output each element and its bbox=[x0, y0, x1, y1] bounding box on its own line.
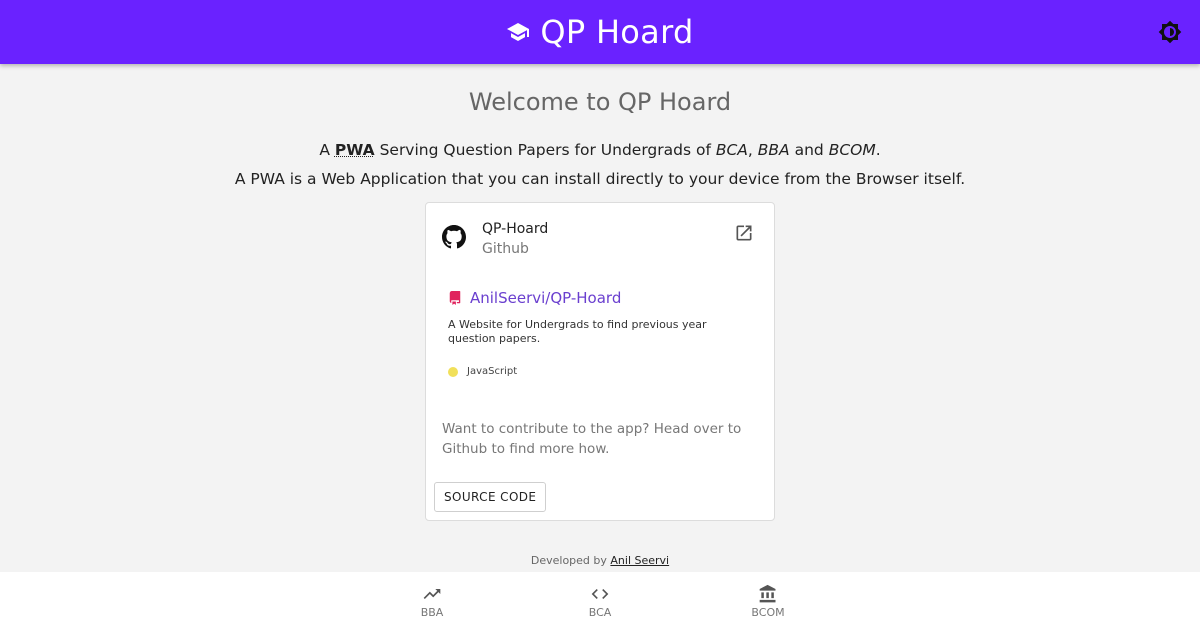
course-bcom: BCOM bbox=[828, 141, 876, 159]
repo-name-link[interactable]: AnilSeervi/QP-Hoard bbox=[470, 289, 621, 307]
bank-icon bbox=[759, 584, 776, 603]
intro-line-2: A PWA is a Web Application that you can … bbox=[234, 170, 966, 188]
repo-language: JavaScript bbox=[448, 366, 758, 377]
credit-prefix: Developed by bbox=[530, 554, 607, 567]
pwa-abbr: PWA bbox=[334, 141, 375, 159]
github-card: QP-Hoard Github AnilSeervi/QP-Hoard A We… bbox=[425, 202, 775, 521]
language-name: JavaScript bbox=[467, 366, 518, 377]
graduation-cap-icon bbox=[507, 23, 530, 41]
welcome-heading: Welcome to QP Hoard bbox=[468, 88, 732, 116]
intro-line-1: A PWA Serving Question Papers for Underg… bbox=[0, 136, 1200, 165]
main-content: Welcome to QP Hoard A PWA Serving Questi… bbox=[0, 64, 1200, 572]
nav-label-bca: BCA bbox=[588, 606, 612, 619]
card-title: QP-Hoard bbox=[482, 221, 549, 237]
brightness-icon bbox=[1158, 20, 1182, 44]
card-subtitle: Github bbox=[482, 241, 529, 257]
intro-prefix: A bbox=[319, 141, 330, 159]
intro-sep: , bbox=[747, 141, 753, 159]
code-icon bbox=[591, 589, 609, 599]
nav-label-bba: BBA bbox=[420, 606, 444, 619]
nav-item-bcom[interactable]: BCOM bbox=[684, 572, 852, 628]
footer-credit: Developed by Anil Seervi bbox=[0, 554, 1200, 567]
contribute-text: Want to contribute to the app? Head over… bbox=[442, 421, 742, 457]
theme-toggle-button[interactable] bbox=[1158, 20, 1182, 44]
course-bba: BBA bbox=[757, 141, 790, 159]
app-title: QP Hoard bbox=[540, 13, 694, 51]
open-in-new-icon[interactable] bbox=[734, 223, 754, 243]
intro-text: A PWA Serving Question Papers for Underg… bbox=[0, 136, 1200, 194]
author-link[interactable]: Anil Seervi bbox=[610, 554, 669, 567]
nav-item-bca[interactable]: BCA bbox=[516, 572, 684, 628]
github-icon bbox=[442, 225, 466, 249]
repo-description: A Website for Undergrads to find previou… bbox=[448, 318, 707, 345]
source-code-button[interactable]: SOURCE CODE bbox=[434, 482, 547, 512]
language-color-dot bbox=[448, 366, 458, 377]
nav-item-bba[interactable]: BBA bbox=[348, 572, 516, 628]
brand[interactable]: QP Hoard bbox=[506, 13, 693, 51]
repo-name-row[interactable]: AnilSeervi/QP-Hoard bbox=[448, 289, 758, 307]
card-header: QP-Hoard Github bbox=[426, 203, 774, 273]
course-bca: BCA bbox=[715, 141, 748, 159]
trending-up-icon bbox=[423, 589, 441, 599]
app-bar: QP Hoard bbox=[0, 0, 1200, 64]
intro-end: . bbox=[875, 141, 881, 159]
intro-middle: Serving Question Papers for Undergrads o… bbox=[379, 141, 711, 159]
bottom-navigation: BBA BCA BCOM bbox=[0, 572, 1200, 628]
repo-icon bbox=[449, 291, 461, 305]
nav-label-bcom: BCOM bbox=[751, 606, 785, 619]
repo-preview: AnilSeervi/QP-Hoard A Website for Underg… bbox=[448, 289, 758, 377]
intro-and: and bbox=[794, 141, 824, 159]
